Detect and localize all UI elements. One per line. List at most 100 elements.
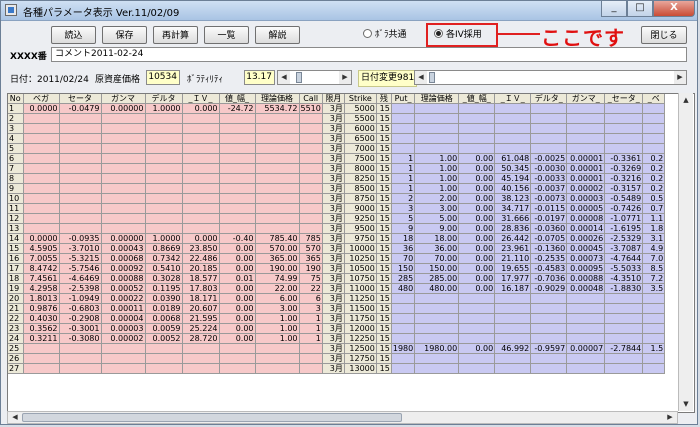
grid-cell[interactable]	[530, 103, 568, 114]
column-header[interactable]: _セータ_	[604, 94, 644, 104]
grid-cell[interactable]: -0.0037	[530, 183, 568, 194]
grid-cell[interactable]: 70.00	[414, 253, 460, 264]
grid-cell[interactable]: 0.00003	[101, 323, 146, 334]
grid-cell[interactable]	[458, 333, 496, 344]
grid-cell[interactable]: 1.00	[414, 183, 460, 194]
grid-cell[interactable]: 23.961	[494, 243, 532, 254]
grid-cell[interactable]	[566, 113, 606, 124]
grid-cell[interactable]	[101, 153, 146, 164]
grid-cell[interactable]: 0.00	[219, 263, 256, 274]
grid-cell[interactable]: -2.7844	[604, 343, 644, 354]
grid-cell[interactable]	[458, 103, 496, 114]
grid-cell[interactable]	[182, 203, 220, 214]
grid-cell[interactable]: 4.5905	[23, 243, 60, 254]
grid-cell[interactable]	[23, 213, 60, 224]
grid-cell[interactable]: -1.6195	[604, 223, 644, 234]
grid-cell[interactable]: 0.00001	[566, 153, 606, 164]
grid-cell[interactable]: 0.00088	[101, 273, 146, 284]
grid-cell[interactable]	[219, 363, 256, 374]
grid-cell[interactable]	[391, 363, 416, 374]
grid-cell[interactable]: -5.5033	[604, 263, 644, 274]
grid-cell[interactable]	[255, 363, 300, 374]
grid-cell[interactable]	[530, 143, 568, 154]
grid-cell[interactable]	[101, 163, 146, 174]
grid-cell[interactable]: 18.171	[182, 293, 220, 304]
grid-cell[interactable]: 12000	[344, 323, 377, 334]
grid-cell[interactable]: 22.00	[255, 283, 300, 294]
grid-cell[interactable]: -0.3001	[59, 323, 102, 334]
grid-cell[interactable]	[255, 163, 300, 174]
grid-cell[interactable]: 15	[376, 283, 392, 294]
grid-cell[interactable]	[219, 133, 256, 144]
grid-cell[interactable]	[391, 103, 416, 114]
grid-cell[interactable]: 19.655	[494, 263, 532, 274]
grid-cell[interactable]	[414, 133, 460, 144]
grid-cell[interactable]: -0.0033	[530, 173, 568, 184]
grid-cell[interactable]	[101, 173, 146, 184]
grid-cell[interactable]	[530, 363, 568, 374]
grid-cell[interactable]: 1980	[391, 343, 416, 354]
column-header[interactable]: デルタ_	[530, 94, 568, 104]
grid-cell[interactable]: 0.00	[219, 243, 256, 254]
grid-cell[interactable]: 3月	[322, 263, 345, 274]
grid-cell[interactable]	[414, 363, 460, 374]
grid-cell[interactable]	[494, 143, 532, 154]
grid-cell[interactable]: 3月	[322, 353, 345, 364]
grid-cell[interactable]	[23, 193, 60, 204]
grid-cell[interactable]: 0.00002	[566, 183, 606, 194]
grid-cell[interactable]: 18.577	[182, 273, 220, 284]
grid-cell[interactable]	[145, 203, 183, 214]
grid-cell[interactable]: 7.2	[642, 273, 666, 284]
grid-cell[interactable]: 15	[376, 263, 392, 274]
grid-cell[interactable]: 3月	[322, 133, 345, 144]
grid-cell[interactable]: 15	[376, 223, 392, 234]
grid-cell[interactable]	[182, 173, 220, 184]
grid-cell[interactable]: 11000	[344, 283, 377, 294]
grid-cell[interactable]	[530, 123, 568, 134]
volatility-slider[interactable]: ◀ ▶	[277, 70, 352, 85]
grid-cell[interactable]	[391, 293, 416, 304]
grid-cell[interactable]: -2.5398	[59, 283, 102, 294]
grid-cell[interactable]: -4.6469	[59, 273, 102, 284]
grid-cell[interactable]	[458, 113, 496, 124]
grid-cell[interactable]: 0.00008	[566, 213, 606, 224]
grid-cell[interactable]: 0.00	[458, 343, 496, 354]
grid-cell[interactable]	[145, 183, 183, 194]
grid-cell[interactable]: 45.194	[494, 173, 532, 184]
grid-cell[interactable]: -24.72	[219, 103, 256, 114]
grid-cell[interactable]	[391, 303, 416, 314]
grid-cell[interactable]: 3月	[322, 123, 345, 134]
grid-cell[interactable]	[604, 363, 644, 374]
close-window-button[interactable]: X	[653, 1, 695, 17]
grid-cell[interactable]: 15	[376, 193, 392, 204]
grid-cell[interactable]: 23.850	[182, 243, 220, 254]
grid-cell[interactable]	[219, 223, 256, 234]
grid-cell[interactable]: 10750	[344, 273, 377, 284]
column-header[interactable]: ガンマ	[101, 94, 146, 104]
grid-cell[interactable]	[101, 113, 146, 124]
grid-cell[interactable]: 9	[391, 223, 416, 234]
grid-cell[interactable]: 0.00001	[566, 163, 606, 174]
grid-cell[interactable]: 0.00014	[566, 223, 606, 234]
grid-cell[interactable]	[458, 313, 496, 324]
grid-cell[interactable]: 6000	[344, 123, 377, 134]
grid-cell[interactable]: 13000	[344, 363, 377, 374]
grid-cell[interactable]: 1	[299, 323, 323, 334]
grid-cell[interactable]: 8000	[344, 163, 377, 174]
grid-cell[interactable]: 0.00	[219, 303, 256, 314]
grid-cell[interactable]	[219, 153, 256, 164]
grid-horizontal-scrollbar[interactable]: ◀ ▶	[7, 411, 678, 424]
grid-cell[interactable]: 0.00002	[101, 333, 146, 344]
grid-cell[interactable]: 480	[391, 283, 416, 294]
grid-cell[interactable]	[604, 133, 644, 144]
grid-cell[interactable]: 1.0000	[145, 233, 183, 244]
grid-cell[interactable]: 1	[391, 153, 416, 164]
grid-cell[interactable]	[101, 343, 146, 354]
grid-cell[interactable]: 0.00048	[566, 283, 606, 294]
grid-cell[interactable]	[530, 333, 568, 344]
grid-cell[interactable]: 480.00	[414, 283, 460, 294]
grid-cell[interactable]	[182, 353, 220, 364]
grid-cell[interactable]: 0.00001	[566, 173, 606, 184]
grid-cell[interactable]: 0.5410	[145, 263, 183, 274]
grid-cell[interactable]: 570	[299, 243, 323, 254]
